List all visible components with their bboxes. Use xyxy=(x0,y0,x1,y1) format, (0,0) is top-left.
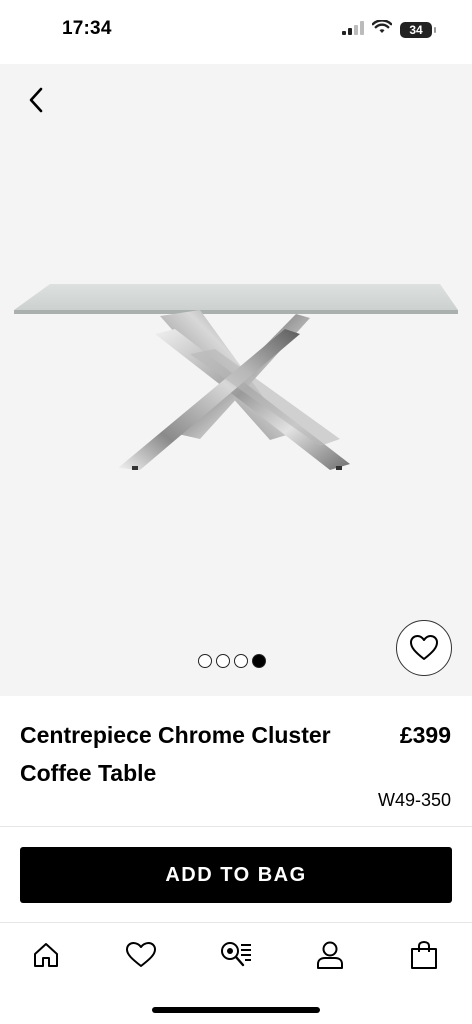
product-image[interactable] xyxy=(0,274,472,484)
heart-icon xyxy=(410,635,438,660)
add-to-bag-button[interactable]: ADD TO BAG xyxy=(20,847,452,903)
product-info: Centrepiece Chrome Cluster Coffee Table … xyxy=(0,696,472,826)
tab-search[interactable] xyxy=(216,937,256,973)
pagination-dot[interactable] xyxy=(198,654,212,668)
back-button[interactable] xyxy=(20,84,52,116)
wishlist-button[interactable] xyxy=(396,620,452,676)
divider xyxy=(0,826,472,827)
tab-wishlist[interactable] xyxy=(121,937,161,973)
tab-bag[interactable] xyxy=(404,937,444,973)
pagination-dot[interactable] xyxy=(234,654,248,668)
home-icon xyxy=(34,943,58,967)
status-bar: 17:34 34 xyxy=(0,0,472,64)
cellular-signal-icon xyxy=(342,20,364,40)
heart-icon xyxy=(126,942,156,967)
status-icons: 34 xyxy=(342,19,436,40)
home-indicator xyxy=(152,1007,320,1013)
battery-icon: 34 xyxy=(400,22,436,38)
chevron-left-icon xyxy=(29,87,43,113)
bottom-tab-bar xyxy=(0,923,472,989)
product-title: Centrepiece Chrome Cluster Coffee Table xyxy=(20,722,331,786)
account-icon xyxy=(317,941,343,969)
search-list-icon xyxy=(221,942,251,967)
shopping-bag-icon xyxy=(411,940,437,969)
product-code: W49-350 xyxy=(377,790,451,810)
product-gallery[interactable] xyxy=(0,64,472,696)
status-time: 17:34 xyxy=(62,18,112,39)
product-price: £399 xyxy=(399,722,451,748)
pagination-dot-active[interactable] xyxy=(252,654,266,668)
image-pagination xyxy=(198,654,266,668)
wifi-icon xyxy=(371,19,393,40)
tab-home[interactable] xyxy=(26,937,66,973)
tab-account[interactable] xyxy=(310,937,350,973)
pagination-dot[interactable] xyxy=(216,654,230,668)
